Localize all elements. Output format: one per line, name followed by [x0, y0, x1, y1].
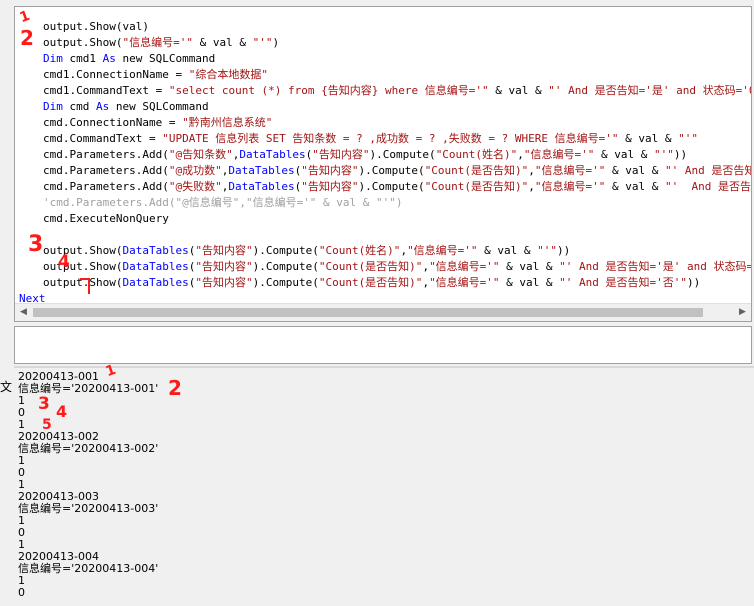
code-area[interactable]: output.Show(val) output.Show("信息编号='" & v…	[15, 7, 751, 303]
code-line[interactable]: cmd.ExecuteNonQuery	[43, 211, 169, 227]
code-line[interactable]: cmd.Parameters.Add("@失败数",DataTables("告知…	[43, 179, 751, 195]
output-line: 信息编号='20200413-004'	[18, 562, 159, 575]
code-line[interactable]: output.Show(DataTables("告知内容").Compute("…	[43, 259, 751, 275]
annotation-mark-output-3: 3	[38, 394, 50, 414]
code-line[interactable]: output.Show("信息编号='" & val & "'")	[43, 35, 279, 51]
code-line[interactable]: Next	[19, 291, 46, 303]
code-line[interactable]: 'cmd.Parameters.Add("@信息编号","信息编号='" & v…	[43, 195, 403, 211]
scrollbar-thumb[interactable]	[33, 308, 703, 317]
code-editor[interactable]: output.Show(val) output.Show("信息编号='" & v…	[14, 6, 752, 322]
annotation-mark-output-5: 5	[42, 417, 52, 433]
code-line[interactable]: cmd1.CommandText = "select count (*) fro…	[43, 83, 751, 99]
code-line[interactable]: output.Show(val)	[43, 19, 149, 35]
code-line[interactable]: cmd1.ConnectionName = "综合本地数据"	[43, 67, 268, 83]
code-line[interactable]: cmd.Parameters.Add("@告知条数",DataTables("告…	[43, 147, 687, 163]
annotation-bracket-editor	[80, 278, 90, 294]
annotation-mark-editor-3: 3	[28, 232, 44, 257]
command-input[interactable]	[14, 326, 752, 364]
code-line[interactable]: Dim cmd As new SQLCommand	[43, 99, 209, 115]
scroll-right-icon[interactable]: ▶	[734, 304, 751, 321]
annotation-mark-editor-4: 4	[58, 252, 70, 272]
code-line[interactable]: output.Show(DataTables("告知内容").Compute("…	[43, 275, 700, 291]
output-pane: 20200413-001 信息编号='20200413-001' 1 0 1 202004…	[14, 368, 754, 606]
annotation-mark-output-4: 4	[56, 402, 68, 421]
output-line: 0	[18, 586, 25, 599]
code-line[interactable]: cmd.ConnectionName = "黔南州信息系统"	[43, 115, 272, 131]
scroll-left-icon[interactable]: ◀	[15, 304, 32, 321]
code-line[interactable]: cmd.Parameters.Add("@成功数",DataTables("告知…	[43, 163, 751, 179]
annotation-mark-output-2: 2	[168, 376, 182, 400]
annotation-mark-editor-2: 2	[20, 26, 34, 50]
left-edge-label: 文	[0, 380, 13, 394]
output-line: 信息编号='20200413-002'	[18, 442, 159, 455]
output-line: 信息编号='20200413-003'	[18, 502, 159, 515]
code-line[interactable]: Dim cmd1 As new SQLCommand	[43, 51, 215, 67]
left-panel-edge: 文	[0, 0, 14, 606]
code-line[interactable]: output.Show(DataTables("告知内容").Compute("…	[43, 243, 570, 259]
horizontal-scrollbar[interactable]: ◀ ▶	[15, 303, 751, 321]
code-line[interactable]: cmd.CommandText = "UPDATE 信息列表 SET 告知条数 …	[43, 131, 698, 147]
